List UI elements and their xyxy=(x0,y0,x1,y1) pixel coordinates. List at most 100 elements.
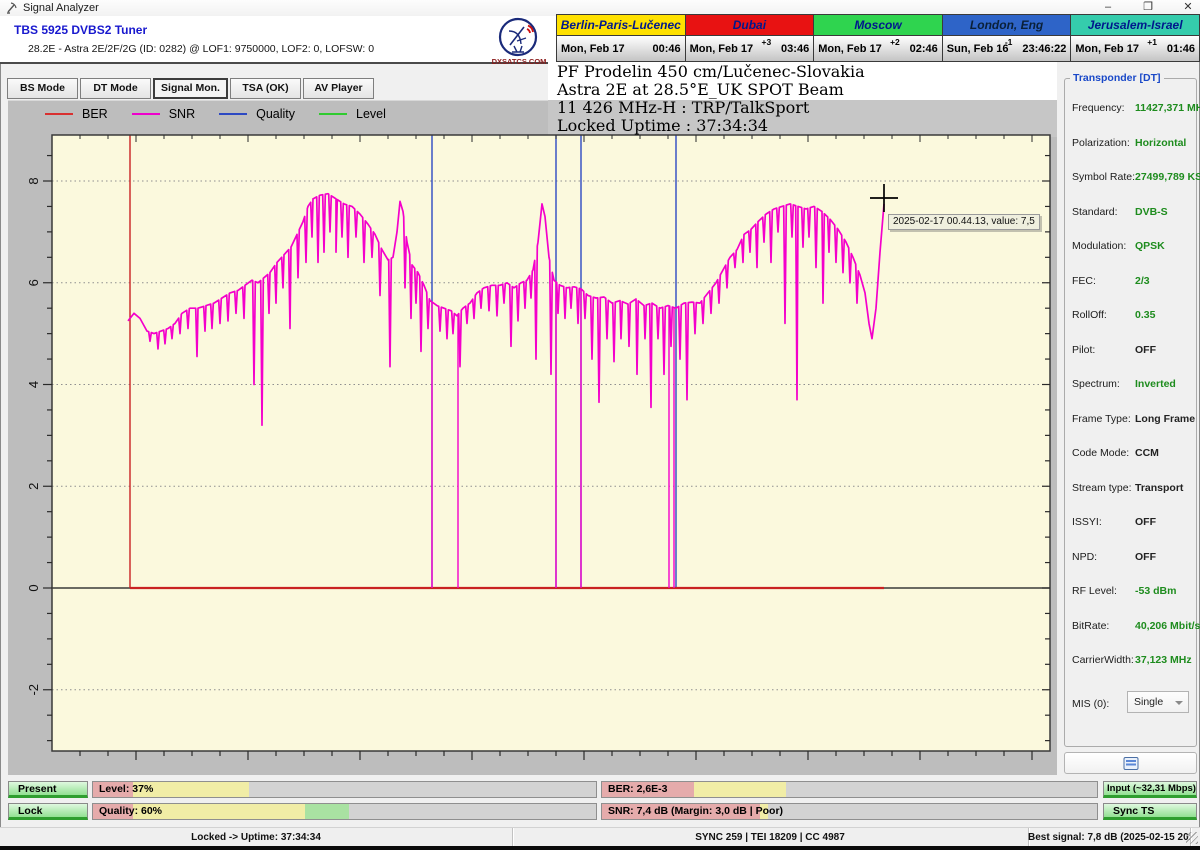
transponder-row-codemode: Code Mode: CCM xyxy=(1072,447,1194,461)
modem-save-icon xyxy=(1123,757,1139,770)
badge-present: Present xyxy=(8,781,88,798)
resize-grip[interactable] xyxy=(1186,832,1198,844)
mode-tabs: BS ModeDT ModeSignal Mon.TSA (OK)AV Play… xyxy=(7,78,374,99)
mis-dropdown[interactable]: Single xyxy=(1127,691,1189,713)
svg-text:8: 8 xyxy=(26,177,41,184)
badge-input: Input (~32,31 Mbps) xyxy=(1103,781,1197,798)
tab-dt-mode[interactable]: DT Mode xyxy=(80,78,151,99)
svg-text:4: 4 xyxy=(26,381,41,388)
tuning-info: 28.2E - Astra 2E/2F/2G (ID: 0282) @ LOF1… xyxy=(28,43,374,55)
tp-label: Stream type: xyxy=(1072,482,1132,494)
tp-label: CarrierWidth: xyxy=(1072,654,1134,666)
tp-label: Code Mode: xyxy=(1072,447,1129,459)
tp-label: RF Level: xyxy=(1072,585,1117,597)
tp-label: Pilot: xyxy=(1072,344,1095,356)
transponder-row-standard: Standard: DVB-S xyxy=(1072,206,1194,220)
bar-label: Quality: 60% xyxy=(99,805,162,817)
bar-segment xyxy=(694,782,786,797)
svg-text:-2: -2 xyxy=(26,684,41,696)
svg-text:0: 0 xyxy=(26,584,41,591)
signal-plot[interactable]: 8 6 4 2 0 -2 xyxy=(8,100,1057,775)
device-settings-button[interactable] xyxy=(1064,752,1197,774)
tp-value: OFF xyxy=(1135,344,1156,356)
transponder-row-pilot: Pilot: OFF xyxy=(1072,344,1194,358)
tp-label: Modulation: xyxy=(1072,240,1126,252)
clock-city-label: Jerusalem-Israel xyxy=(1071,15,1199,36)
clock-date-text: Sun, Feb 16 xyxy=(947,43,1009,55)
app-icon xyxy=(6,2,18,14)
transponder-row-polarization: Polarization: Horizontal xyxy=(1072,137,1194,151)
tp-value: 40,206 Mbit/s xyxy=(1135,620,1200,632)
svg-text:2: 2 xyxy=(26,483,41,490)
transponder-row-carrierwidth: CarrierWidth:37,123 MHz xyxy=(1072,654,1194,668)
tp-value: 27499,789 KS/s xyxy=(1135,171,1200,183)
status-cell-3: Best signal: 7,8 dB (2025-02-15 20:23) xyxy=(1028,828,1191,847)
clock-date-text: Mon, Feb 17 xyxy=(690,43,754,55)
transponder-row-symbolrate: Symbol Rate:27499,789 KS/s xyxy=(1072,171,1194,185)
clock-utc-offset: +3 xyxy=(761,37,771,47)
transponder-row-spectrum: Spectrum: Inverted xyxy=(1072,378,1194,392)
overlay-line-3: 11 426 MHz-H : TRP/TalkSport xyxy=(557,99,865,117)
clock-datetime: Mon, Feb 17+303:46 xyxy=(686,36,814,61)
clock-date-text: Mon, Feb 17 xyxy=(818,43,882,55)
tp-value: DVB-S xyxy=(1135,206,1168,218)
clock-city-label: Berlin-Paris-Lučenec xyxy=(557,15,685,36)
clock-2: DubaiMon, Feb 17+303:46 xyxy=(686,15,815,61)
clock-date-text: Mon, Feb 17 xyxy=(561,43,625,55)
transponder-row-fec: FEC:2/3 xyxy=(1072,275,1194,289)
tp-label: Standard: xyxy=(1072,206,1118,218)
clock-city-label: London, Eng xyxy=(943,15,1071,36)
bar-segment xyxy=(305,804,349,819)
clock-datetime: Mon, Feb 17+101:46 xyxy=(1071,36,1199,61)
tp-label: Symbol Rate: xyxy=(1072,171,1135,183)
logo-text: DXSATCS.COM xyxy=(484,57,554,66)
tp-value: QPSK xyxy=(1135,240,1165,252)
tab-tsa-ok-[interactable]: TSA (OK) xyxy=(230,78,301,99)
tp-value: Horizontal xyxy=(1135,137,1186,149)
tp-value: OFF xyxy=(1135,551,1156,563)
bar-quality: Quality: 60% xyxy=(92,803,597,820)
clock-utc-offset: +2 xyxy=(890,37,900,47)
transponder-row-rolloff: RollOff:0.35 xyxy=(1072,309,1194,323)
clock-time-text: 02:46 xyxy=(910,43,938,55)
clock-utc-offset: -1 xyxy=(1005,37,1013,47)
clock-4: London, Eng Sun, Feb 16-1 23:46:22 xyxy=(943,15,1072,61)
bar-label: SNR: 7,4 dB (Margin: 3,0 dB | Poor) xyxy=(608,805,783,817)
transponder-row-streamtype: Stream type:Transport xyxy=(1072,482,1194,496)
tp-value: Long Frame xyxy=(1135,413,1195,425)
clock-5: Jerusalem-IsraelMon, Feb 17+101:46 xyxy=(1071,15,1199,61)
tp-value: CCM xyxy=(1135,447,1159,459)
overlay-line-4: Locked Uptime : 37:34:34 xyxy=(557,117,865,135)
tp-label: BitRate: xyxy=(1072,620,1109,632)
tp-label: FEC: xyxy=(1072,275,1096,287)
chevron-down-icon xyxy=(1175,701,1183,705)
bar-snr: SNR: 7,4 dB (Margin: 3,0 dB | Poor) xyxy=(601,803,1098,820)
clock-time-text: 23:46:22 xyxy=(1022,43,1066,55)
clock-utc-offset: +1 xyxy=(1147,37,1157,47)
window-title: Signal Analyzer xyxy=(23,2,99,14)
tab-bs-mode[interactable]: BS Mode xyxy=(7,78,78,99)
transponder-panel-title: Transponder [DT] xyxy=(1070,72,1164,84)
badge-sync-ts: Sync TS xyxy=(1103,803,1197,820)
bar-label: BER: 2,6E-3 xyxy=(608,783,668,795)
transponder-row-rflevel: RF Level: -53 dBm xyxy=(1072,585,1194,599)
clock-time-text: 00:46 xyxy=(652,43,680,55)
tp-value: Inverted xyxy=(1135,378,1176,390)
clock-datetime: Sun, Feb 16-1 23:46:22 xyxy=(943,36,1071,61)
clock-city-label: Dubai xyxy=(686,15,814,36)
status-cell-2: SYNC 259 | TEI 18209 | CC 4987 xyxy=(512,828,1029,847)
annotation-overlay: PF Prodelin 450 cm/Lučenec-SlovakiaAstra… xyxy=(557,63,865,135)
svg-text:6: 6 xyxy=(26,279,41,286)
tp-value: -53 dBm xyxy=(1135,585,1176,597)
dxsatcs-logo: DXSATCS.COM xyxy=(492,17,546,63)
clock-time-text: 01:46 xyxy=(1167,43,1195,55)
tab-signal-mon-[interactable]: Signal Mon. xyxy=(153,78,228,99)
tab-av-player[interactable]: AV Player xyxy=(303,78,374,99)
mis-selected-value: Single xyxy=(1134,696,1163,708)
tp-label: Spectrum: xyxy=(1072,378,1120,390)
tp-label: NPD: xyxy=(1072,551,1097,563)
statusbar: Locked -> Uptime: 37:34:34SYNC 259 | TEI… xyxy=(0,827,1200,847)
transponder-row-npd: NPD: OFF xyxy=(1072,551,1194,565)
tp-label: Polarization: xyxy=(1072,137,1130,149)
transponder-row-issyi: ISSYI:OFF xyxy=(1072,516,1194,530)
